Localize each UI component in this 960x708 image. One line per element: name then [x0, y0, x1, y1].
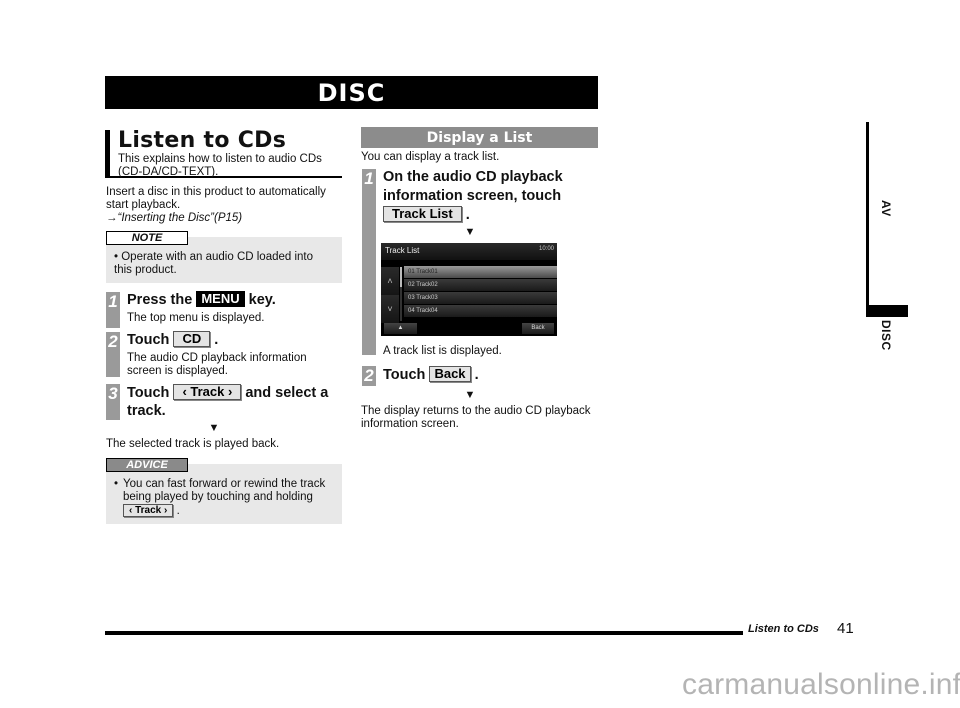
right-step-1-title: On the audio CD playback information scr…: [383, 168, 583, 225]
step-3-title: Touch ‹ Track › and select a track.: [127, 384, 342, 420]
right-step-2-prefix: Touch: [383, 367, 426, 383]
note-label: NOTE: [106, 231, 188, 245]
result-arrow-icon: ▼: [208, 422, 220, 434]
watermark: carmanualsonline.info: [682, 668, 960, 701]
track-button-small[interactable]: ‹ Track ›: [123, 504, 174, 517]
step-number-2: 2: [106, 332, 120, 377]
section-subtitle: This explains how to listen to audio CDs…: [118, 153, 322, 178]
step-2-prefix: Touch: [127, 332, 170, 348]
scrollbar-thumb[interactable]: [400, 267, 402, 287]
right-step-2-title: Touch Back .: [383, 366, 479, 384]
subsection-intro: You can display a track list.: [361, 151, 500, 163]
menu-key[interactable]: MENU: [196, 291, 245, 307]
final-result: The selected track is played back.: [106, 438, 280, 450]
bullet-icon: •: [114, 478, 119, 490]
footer-section-title: Listen to CDs: [748, 623, 819, 635]
track-list-screenshot: Track List 10:00 ˄ ˅ 01 Track01 02 Track…: [381, 243, 557, 336]
step-3-prefix: Touch: [127, 385, 170, 401]
track-list-button[interactable]: Track List: [383, 206, 462, 222]
step-number-3: 3: [106, 384, 120, 420]
intro-sentence: Insert a disc in this product to automat…: [106, 186, 326, 211]
step-1-title: Press the MENU key.: [127, 291, 276, 309]
step-number-1: 1: [362, 169, 376, 355]
track-row[interactable]: 03 Track03: [404, 292, 557, 304]
step-number-1: 1: [106, 292, 120, 328]
right-step-1-result: A track list is displayed.: [383, 345, 502, 357]
reference-link[interactable]: →“Inserting the Disc”(P15): [106, 212, 242, 224]
track-row[interactable]: 01 Track01: [404, 266, 557, 278]
footer-rule: [105, 631, 743, 635]
track-button[interactable]: ‹ Track ›: [173, 384, 242, 400]
track-row[interactable]: 02 Track02: [404, 279, 557, 291]
step-number-2: 2: [362, 366, 376, 386]
screen-clock: 10:00: [538, 246, 554, 252]
step-1-prefix: Press the: [127, 292, 193, 308]
cd-button[interactable]: CD: [173, 331, 211, 347]
screen-back-button[interactable]: Back: [522, 323, 554, 334]
note-item: • Operate with an audio CD loaded into t…: [114, 251, 314, 277]
subsection-title: Display a List: [361, 127, 598, 148]
note-text: Operate with an audio CD loaded into thi…: [114, 251, 314, 276]
advice-label: ADVICE: [106, 458, 188, 472]
step-2-suffix: .: [214, 332, 219, 348]
right-step-2-suffix: .: [474, 367, 479, 383]
section-heading: Listen to CDs This explains how to liste…: [105, 130, 342, 178]
result-arrow-icon: ▼: [464, 389, 476, 401]
step-2-result: The audio CD playback information screen…: [127, 352, 307, 377]
side-tab-line: [866, 122, 869, 316]
page-number: 41: [837, 620, 854, 637]
step-1-result: The top menu is displayed.: [127, 312, 265, 324]
screen-title: Track List: [385, 246, 420, 255]
right-step-1-suffix: .: [465, 207, 470, 223]
intro-text: Insert a disc in this product to automat…: [106, 186, 342, 225]
advice-text: You can fast forward or rewind the track…: [123, 478, 326, 503]
step-1-suffix: key.: [248, 292, 276, 308]
side-tab-chapter[interactable]: AV: [879, 200, 893, 217]
side-tab-active-bar: [866, 305, 908, 317]
side-tab-section[interactable]: DISC: [879, 320, 893, 351]
track-row[interactable]: 04 Track04: [404, 305, 557, 317]
section-title: Listen to CDs: [118, 128, 287, 153]
eject-button[interactable]: ▲: [384, 323, 417, 334]
advice-suffix: .: [176, 505, 180, 517]
step-2-title: Touch CD .: [127, 331, 218, 349]
result-arrow-icon: ▼: [464, 226, 476, 238]
scroll-down-icon[interactable]: ˅: [381, 295, 399, 323]
chapter-header: DISC: [105, 76, 598, 109]
right-step-1-text: On the audio CD playback information scr…: [383, 169, 563, 204]
back-button[interactable]: Back: [429, 366, 471, 382]
right-final-result: The display returns to the audio CD play…: [361, 405, 591, 430]
scroll-up-icon[interactable]: ˄: [381, 267, 399, 295]
advice-item: • You can fast forward or rewind the tra…: [114, 478, 336, 518]
